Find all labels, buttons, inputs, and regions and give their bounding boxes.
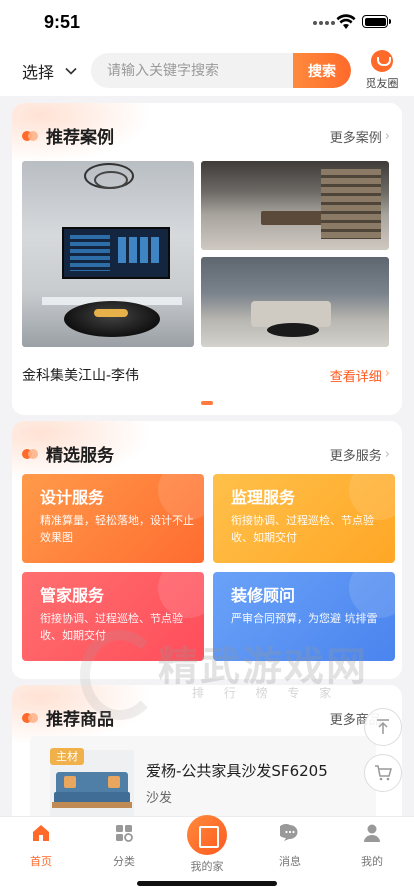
view-details-label: 查看详细 — [329, 370, 382, 385]
service-desc: 衔接协调、过程巡检、节点验收、如期交付 — [231, 514, 374, 544]
section-title: 推荐案例 — [46, 128, 114, 148]
case-name: 金科集美江山-李伟 — [22, 368, 140, 384]
more-cases-label: 更多案例 — [329, 131, 382, 146]
search-input[interactable] — [91, 53, 293, 88]
tab-my-home[interactable]: 我的家 — [177, 815, 237, 874]
chevron-right-icon: › — [384, 447, 390, 462]
case-photo-living-room[interactable] — [22, 161, 194, 347]
product-category: 沙发 — [146, 791, 173, 806]
category-icon — [116, 825, 133, 842]
section-dot-icon — [22, 712, 38, 723]
more-services-link[interactable]: 更多服务 › — [330, 445, 390, 464]
product-item[interactable]: 主材 爱杨-公共家具沙发SF6205 沙发 — [30, 736, 376, 816]
tab-label: 首页 — [30, 855, 52, 868]
case-photo-lounge[interactable] — [201, 257, 389, 347]
recommended-products-card: 推荐商品 更多商品 › 主材 爱杨-公共家具沙发SF6205 沙发 — [12, 685, 402, 816]
more-services-label: 更多服务 — [329, 449, 382, 464]
services-grid: 设计服务 精准算量，轻松落地，设计不止效果图 监理服务 衔接协调、过程巡检、节点… — [22, 474, 395, 662]
case-photo-dining[interactable] — [201, 161, 389, 250]
location-select[interactable]: 选择 — [22, 59, 78, 83]
friends-circle-button[interactable]: 觅友圈 — [362, 50, 402, 91]
message-icon — [277, 824, 298, 841]
service-desc: 精准算量，轻松落地，设计不止效果图 — [40, 514, 194, 544]
section-header: 精选服务 — [22, 441, 114, 466]
product-name: 爱杨-公共家具沙发SF6205 — [146, 762, 328, 780]
arrow-up-icon — [377, 719, 389, 734]
tab-label: 分类 — [113, 855, 135, 868]
select-label: 选择 — [22, 63, 55, 82]
tab-label: 消息 — [279, 855, 301, 868]
section-title: 精选服务 — [46, 446, 114, 466]
more-cases-link[interactable]: 更多案例 › — [330, 127, 390, 146]
search-box: 搜索 — [91, 53, 351, 88]
chat-bubble-icon — [371, 50, 393, 72]
service-title: 管家服务 — [40, 586, 105, 605]
wifi-icon — [336, 14, 356, 29]
cart-icon — [375, 765, 392, 781]
service-title: 装修顾问 — [231, 586, 296, 605]
home-icon — [33, 825, 49, 841]
my-home-icon — [187, 815, 227, 855]
back-to-top-button[interactable] — [364, 708, 402, 746]
service-supervision[interactable]: 监理服务 衔接协调、过程巡检、节点验收、如期交付 — [213, 474, 395, 563]
battery-icon — [362, 15, 391, 28]
section-dot-icon — [22, 130, 38, 141]
tab-label: 我的 — [361, 855, 383, 868]
carousel-indicator — [201, 401, 213, 405]
service-consultant[interactable]: 装修顾问 严审合同预算，为您避 坑排雷 — [213, 572, 395, 661]
section-dot-icon — [22, 448, 38, 459]
service-design[interactable]: 设计服务 精准算量，轻松落地，设计不止效果图 — [22, 474, 204, 563]
service-title: 监理服务 — [231, 488, 296, 507]
chevron-right-icon: › — [384, 129, 390, 144]
tab-label: 我的家 — [190, 860, 224, 873]
chevron-right-icon: › — [384, 366, 390, 381]
status-bar: 9:51 — [0, 0, 414, 46]
service-butler[interactable]: 管家服务 衔接协调、过程巡检、节点验收、如期交付 — [22, 572, 204, 661]
section-header: 推荐商品 — [22, 705, 114, 730]
home-indicator — [137, 881, 277, 886]
home-feed[interactable]: 推荐案例 更多案例 › 金科集美江山-李伟 查看详细 › 精选服务 更多服务 ›… — [0, 96, 414, 816]
chevron-down-icon — [65, 67, 77, 75]
recommended-cases-card: 推荐案例 更多案例 › 金科集美江山-李伟 查看详细 › — [12, 103, 402, 415]
section-title: 推荐商品 — [46, 710, 114, 730]
section-header: 推荐案例 — [22, 123, 114, 148]
tab-home[interactable]: 首页 — [11, 823, 71, 869]
service-desc: 严审合同预算，为您避 坑排雷 — [231, 612, 378, 625]
profile-icon — [364, 824, 380, 842]
service-desc: 衔接协调、过程巡检、节点验收、如期交付 — [40, 612, 183, 642]
selected-services-card: 精选服务 更多服务 › 设计服务 精准算量，轻松落地，设计不止效果图 监理服务 … — [12, 421, 402, 679]
cart-button[interactable] — [364, 754, 402, 792]
friends-circle-label: 觅友圈 — [365, 77, 399, 90]
tab-profile[interactable]: 我的 — [342, 823, 402, 869]
view-details-link[interactable]: 查看详细 › — [330, 366, 390, 385]
tab-messages[interactable]: 消息 — [260, 823, 320, 869]
cellular-signal-icon — [313, 21, 335, 25]
product-tag: 主材 — [50, 748, 84, 765]
service-title: 设计服务 — [40, 488, 105, 507]
status-time: 9:51 — [44, 12, 81, 32]
tab-category[interactable]: 分类 — [94, 823, 154, 869]
top-nav: 选择 搜索 觅友圈 — [0, 46, 414, 96]
search-button[interactable]: 搜索 — [293, 53, 351, 88]
